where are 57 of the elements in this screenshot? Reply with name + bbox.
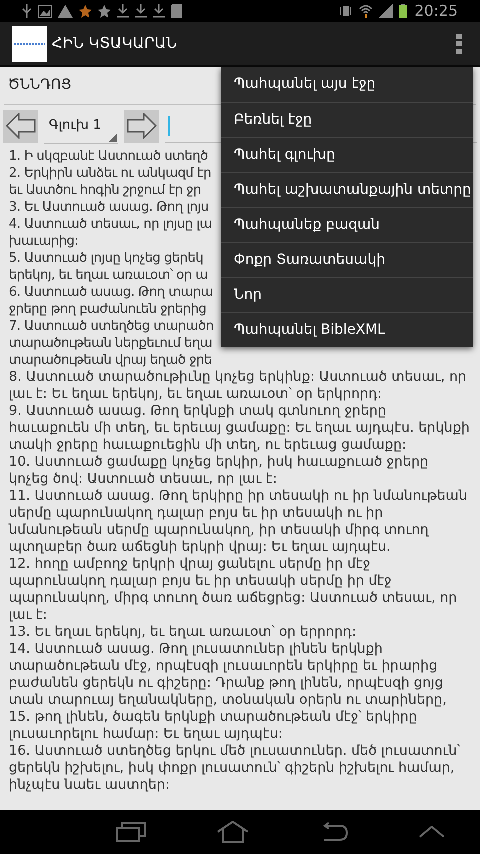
vibrate-icon: [338, 5, 353, 17]
usb-icon: [22, 4, 32, 18]
menu-item[interactable]: Նոր: [221, 277, 473, 312]
verse-text: 11. Աստուած ասաց. Թող երկիրը իր տեսակի ու իր նմանութեան սերմը պարունակող դալար բոյս եւ իր տեսակի ու իր նմանութեան սերմը պարունակող, իր տեսակի միրգ տուող պտղաբեր ծառ աճեցնի երկրի վրայ: Եւ եղաւ այդպէս.: [9, 488, 469, 556]
app-logo-icon: [12, 26, 47, 62]
next-chapter-button[interactable]: [124, 110, 159, 142]
dropdown-corner-icon: [109, 134, 117, 142]
menu-item[interactable]: Բեռնել էջը: [221, 102, 473, 137]
previous-chapter-button[interactable]: [3, 110, 38, 142]
verse-text: 8. Աստուած տարածութիւնը կոչեց երկինք: Աստուած տեսաւ, որ լաւ է: Եւ եղաւ երեկոյ, եւ եղաւ առաւօտ՝ օր երկրորդ:: [9, 369, 468, 403]
sd-card-icon: [171, 4, 182, 18]
verse-text-line: 1. Ի սկզբանէ Աստուած ստեղծ: [9, 148, 208, 165]
warning-icon: [58, 4, 73, 18]
app-title: ՀԻՆ ԿՏԱԿԱՐԱՆ: [52, 33, 178, 54]
verse-text: 10. Աստուած ցամաքը կոչեց երկիր, իսկ հաւաքուած ջրերը կոչեց ծով: Աստուած տեսաւ, որ լաւ է:: [9, 454, 430, 488]
download-icon: [135, 4, 147, 18]
verse-text-line: երեկոյ, եւ եղաւ առաւօտ՝ օր ա: [9, 267, 208, 284]
image-icon: [38, 4, 52, 18]
verse-text-line: 5. Աստուած լոյսը կոչեց ցերեկ: [9, 250, 204, 267]
verse-text-line: եւ Աստծու հոգին շրջում էր ջր: [9, 182, 202, 199]
home-icon: [216, 821, 248, 843]
up-caret-icon: [418, 826, 444, 838]
menu-item[interactable]: Պահել գլուխը: [221, 137, 473, 172]
status-time: 20:25: [414, 0, 458, 22]
verse-text-line: 4. Աստուած տեսաւ, որ լոյսը լա: [9, 216, 212, 233]
recent-apps-icon: [116, 822, 146, 842]
star-icon: [79, 4, 92, 18]
verse-text-line: տարածութեան ներքեւում եղա: [9, 335, 212, 352]
book-selector[interactable]: ԾՆՆԴՈՑ: [8, 75, 72, 96]
verse-text-line: 2. Երկիրն անձեւ ու անկազմ էր: [9, 165, 212, 182]
verse-text-line: խաւարից:: [9, 233, 79, 250]
download-icon: [117, 4, 129, 18]
menu-item[interactable]: Պահպանել BibleXML: [221, 312, 473, 347]
verse-text: 14. Աստուած ասաց. Թող լուսատուներ լինեն երկնքի տարածութեան մէջ, որպէսզի լուսաւորեն երկիրը եւ իրարից բաժանեն ցերեկն ու գիշերը: Դրանք թող լինեն, որպէսզի ցոյց տան տարուայ եղանակները, տօնական օրերն ու տարիները,: [9, 641, 448, 709]
menu-item[interactable]: Պահել աշխատանքային տետրը: [221, 172, 473, 207]
menu-item[interactable]: Պահպանել այս էջը: [221, 67, 473, 102]
overflow-menu-button[interactable]: [456, 34, 464, 54]
left-arrow-icon: [6, 113, 36, 139]
verse-text-line: տարածութեան վրայ եղած ջրե: [9, 352, 212, 369]
star-icon: [98, 4, 111, 18]
verse-text: 9. Աստուած ասաց. Թող երկնքի տակ գտնուող ջրերը հաւաքուեն մի տեղ, եւ երեւայ ցամաքը: Եւ եղաւ այդպէս. երկնքի տակի ջրերը հաւաքուեցին մի տեղ, ու երեւաց ցամաքը:: [9, 403, 471, 454]
menu-item[interactable]: Պահպանեք բազան: [221, 207, 473, 242]
download-icon: [153, 4, 165, 18]
verse-text-line: 6. Աստուած ասաց. Թող տարա: [9, 284, 214, 301]
wifi-icon: [358, 4, 373, 18]
right-arrow-icon: [126, 113, 156, 139]
menu-item[interactable]: Փոքր Տառատեսակի: [221, 242, 473, 277]
verse-text-line: 7. Աստուած ստեղծեց տարածո: [9, 318, 214, 335]
verse-text: 16. Աստուած ստեղծեց երկու մեծ լուսատուներ. մեծ լուսատուն՝ ցերեկն իշխելու, իսկ փոքր լուսատուն՝ գիշերն իշխելու համար, ինչպէս նաեւ աստղեր:: [9, 743, 462, 794]
verse-text: 15. թող լինեն, ծագեն երկնքի տարածութեան մէջ՝ երկիրը լուսաւորելու համար: Եւ եղաւ այդպէս:: [9, 709, 418, 743]
signal-icon: [378, 4, 393, 18]
verse-text-line: ջրերը թող բաժանուեն ջրերից: [9, 301, 207, 318]
battery-icon: [398, 4, 407, 18]
verse-text: 13. Եւ եղաւ երեկոյ, եւ եղաւ առաւօտ՝ օր երրորդ:: [9, 624, 358, 641]
verse-text: 12. հողը ամբողջ երկրի վրայ ցանելու սերմը իր մէջ պարունակող դալար բոյս եւ իր տեսակի սերմը իր մէջ պարունակող, միրգ տուող ծառ աճեցրեց: Աստուած տեսաւ, որ լաւ է:: [9, 556, 458, 624]
verse-text-line: 3. Եւ Աստուած ասաց. Թող լոյս: [9, 199, 209, 216]
chapter-dropdown[interactable]: Գլուխ 1: [44, 108, 118, 144]
